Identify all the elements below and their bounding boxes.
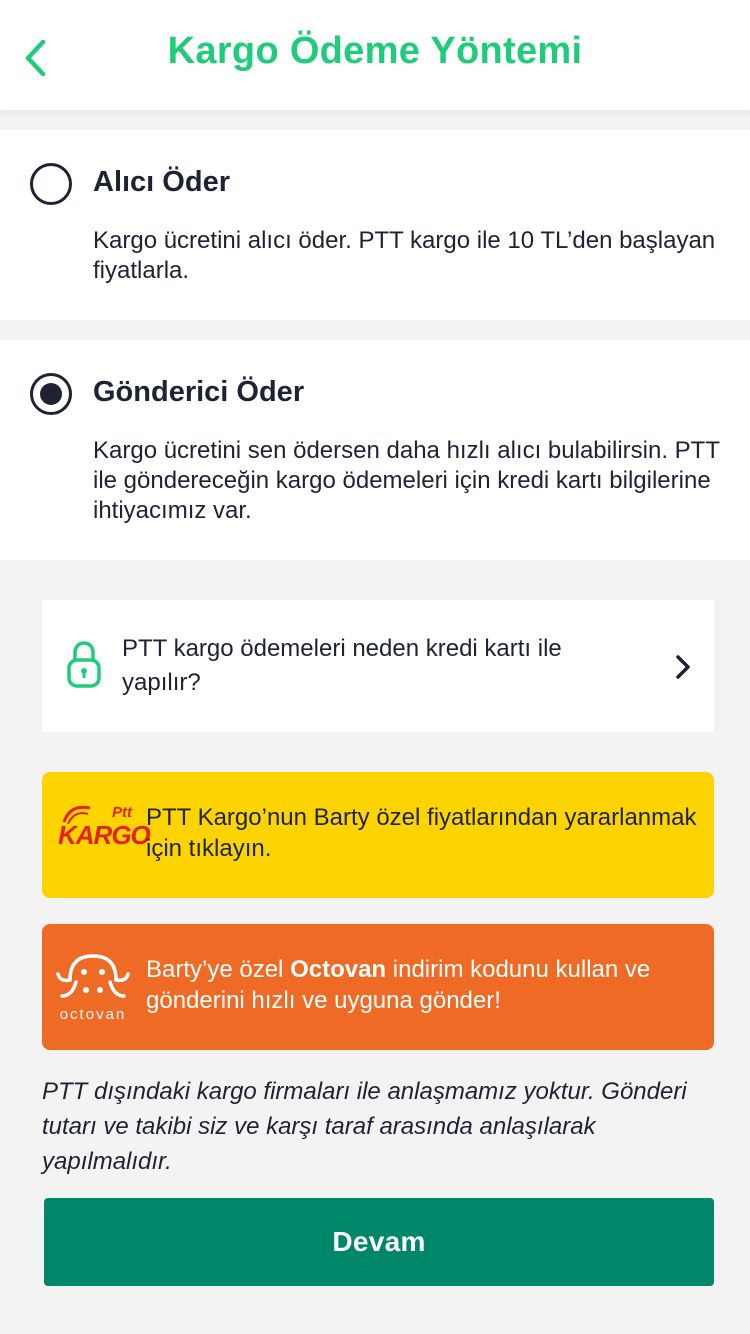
disclaimer-text: PTT dışındaki kargo firmaları ile anlaşm… [42,1078,687,1175]
lock-icon [67,641,101,688]
octovan-text-bold: Octovan [290,956,387,983]
top-nav-bar: Kargo Ödeme Yöntemi [0,0,750,110]
radio-receiver-pays[interactable] [30,163,72,205]
octovan-banner[interactable]: octovan Barty’ye özel Octovan indirim ko… [42,924,714,1050]
info-text: PTT kargo ödemeleri neden kredi kartı il… [122,635,562,696]
continue-button[interactable]: Devam [44,1198,714,1286]
option-receiver-pays[interactable]: Alıcı Öder Kargo ücretini alıcı öder. PT… [0,130,750,320]
ptt-banner-text: PTT Kargo’nun Barty özel fiyatlarından y… [146,804,697,862]
option-description: Kargo ücretini sen ödersen daha hızlı al… [93,437,720,524]
ptt-logo-small: Ptt [112,804,132,821]
page-title: Kargo Ödeme Yöntemi [167,30,583,72]
radio-selected-dot [40,383,62,405]
octopus-icon [56,954,130,998]
radio-sender-pays[interactable] [30,373,72,415]
octovan-banner-text: Barty’ye özel Octovan indirim kodunu kul… [146,954,700,1016]
ptt-kargo-logo: Ptt KARGO [54,800,151,870]
octovan-logo: octovan [48,950,138,1030]
ptt-kargo-banner[interactable]: Ptt KARGO PTT Kargo’nun Barty özel fiyat… [42,772,714,898]
option-sender-pays[interactable]: Gönderici Öder Kargo ücretini sen öderse… [0,340,750,560]
option-description: Kargo ücretini alıcı öder. PTT kargo ile… [93,227,716,284]
ptt-logo-kargo: KARGO [58,820,151,850]
chevron-right-icon [676,655,690,679]
octovan-text-before: Barty’ye özel [146,956,291,983]
option-title: Alıcı Öder [93,166,230,198]
octovan-logo-word: octovan [59,1006,127,1023]
credit-card-info-link[interactable]: PTT kargo ödemeleri neden kredi kartı il… [42,600,714,732]
option-title: Gönderici Öder [93,376,305,408]
